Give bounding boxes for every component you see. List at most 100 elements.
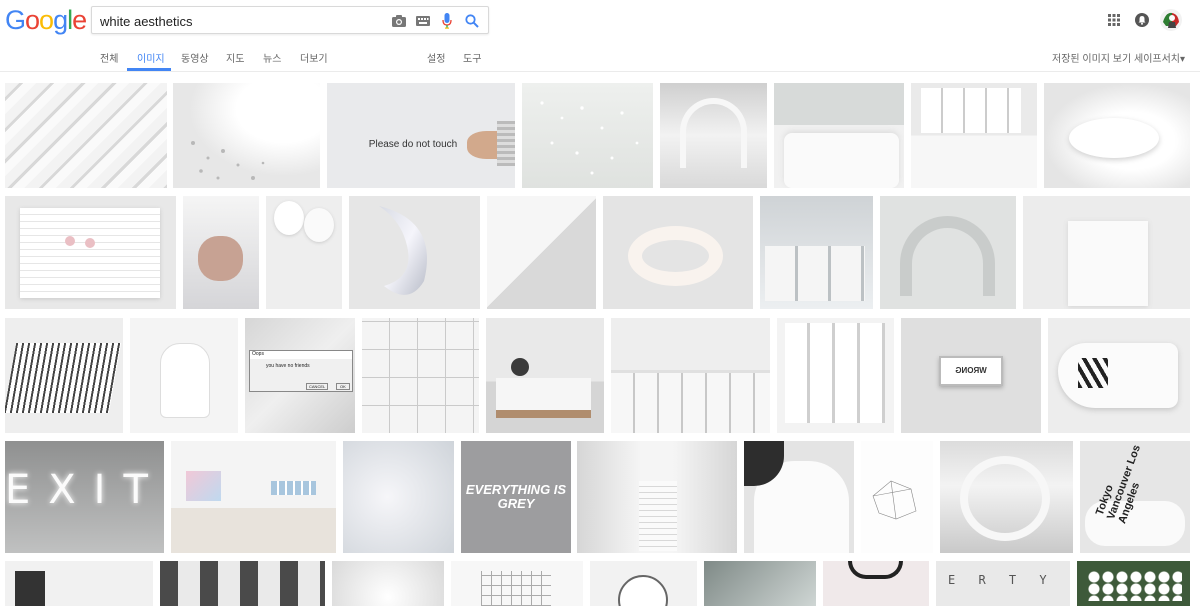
avatar[interactable] xyxy=(1160,9,1182,31)
image-result[interactable] xyxy=(5,318,123,433)
image-result[interactable] xyxy=(183,196,259,309)
keys-text: E R T Y xyxy=(948,573,1055,587)
image-result[interactable] xyxy=(362,318,479,433)
image-result[interactable] xyxy=(777,318,894,433)
mic-icon[interactable] xyxy=(438,12,456,30)
clock-shape xyxy=(618,575,668,606)
image-result[interactable] xyxy=(940,441,1073,553)
snake-shape xyxy=(628,226,723,286)
safesearch-menu[interactable]: 세이프서치▾ xyxy=(1134,50,1185,65)
shirt-collar xyxy=(848,561,903,579)
image-result[interactable]: E R T Y xyxy=(936,561,1070,606)
fairy-lights xyxy=(540,101,639,175)
tab-news[interactable]: 뉴스 xyxy=(263,50,281,65)
active-tab-indicator xyxy=(127,68,171,71)
window-shape xyxy=(921,88,1021,133)
dialog-message: you have no friends xyxy=(266,363,310,369)
flower-shape xyxy=(65,236,75,246)
plant-shape xyxy=(511,358,529,376)
image-result[interactable] xyxy=(660,83,767,188)
tab-tools[interactable]: 도구 xyxy=(463,50,481,65)
image-result[interactable] xyxy=(1023,196,1190,309)
search-icon[interactable] xyxy=(463,12,481,30)
image-result[interactable] xyxy=(611,318,770,433)
cups-shape xyxy=(765,246,865,301)
image-result[interactable] xyxy=(487,196,596,309)
tab-images[interactable]: 이미지 xyxy=(137,50,165,65)
image-result[interactable] xyxy=(486,318,604,433)
image-result[interactable]: EXIT xyxy=(5,441,164,553)
image-result[interactable] xyxy=(1077,561,1190,606)
tab-maps[interactable]: 지도 xyxy=(226,50,244,65)
image-result[interactable] xyxy=(774,83,904,188)
image-results-grid: Please do not touch Oops you have no fri… xyxy=(0,82,1200,606)
search-tabs: 전체 이미지 동영상 지도 뉴스 더보기 설정 도구 xyxy=(0,44,1200,72)
cat-shape xyxy=(1069,118,1159,158)
painting-shape xyxy=(271,481,316,495)
search-box xyxy=(91,6,489,34)
shirt-shape xyxy=(1068,221,1148,306)
stripes-shape xyxy=(1078,358,1108,388)
notifications-icon[interactable] xyxy=(1133,11,1151,29)
keyboard-icon[interactable] xyxy=(414,12,432,30)
image-result[interactable] xyxy=(744,441,854,553)
dialog-ok: OK xyxy=(336,383,350,390)
tile-lines xyxy=(362,318,479,433)
wrong-text: WRONG xyxy=(955,366,987,375)
image-result[interactable] xyxy=(861,441,933,553)
image-result[interactable] xyxy=(760,196,873,309)
dialog-cancel: CANCEL xyxy=(306,383,329,390)
image-result[interactable] xyxy=(1048,318,1190,433)
image-result[interactable] xyxy=(1044,83,1190,188)
image-result[interactable] xyxy=(130,318,238,433)
hand-shape xyxy=(198,236,243,281)
image-result[interactable] xyxy=(5,83,167,188)
apps-grid-icon[interactable] xyxy=(1105,11,1123,29)
image-result[interactable] xyxy=(603,196,753,309)
flower-shape xyxy=(85,238,95,248)
image-result[interactable] xyxy=(577,441,737,553)
image-result[interactable] xyxy=(332,561,444,606)
notebook-shape xyxy=(20,208,160,298)
image-result[interactable]: Oops you have no friends CANCEL OK xyxy=(245,318,355,433)
book-shape xyxy=(15,571,45,606)
image-result[interactable] xyxy=(911,83,1037,188)
image-result[interactable] xyxy=(171,441,336,553)
stairs-shape xyxy=(639,481,677,551)
image-result[interactable] xyxy=(5,196,176,309)
wire-shape xyxy=(481,571,551,606)
buildings-shape xyxy=(611,373,770,433)
tulips-shape xyxy=(1087,571,1182,601)
balloon-shape xyxy=(304,208,334,242)
image-result[interactable]: Please do not touch xyxy=(327,83,515,188)
image-result[interactable] xyxy=(343,441,454,553)
sleeve-shape xyxy=(497,121,515,166)
balloon-shape xyxy=(274,201,304,235)
tab-more[interactable]: 더보기 xyxy=(300,50,328,65)
image-result[interactable] xyxy=(266,196,342,309)
bed-shape xyxy=(496,378,591,418)
tab-settings[interactable]: 설정 xyxy=(427,50,445,65)
image-result[interactable]: WRONG xyxy=(901,318,1041,433)
image-result[interactable] xyxy=(349,196,480,309)
image-result[interactable] xyxy=(704,561,816,606)
image-result[interactable]: EVERYTHING IS GREY xyxy=(461,441,571,553)
search-input[interactable] xyxy=(100,11,380,31)
image-result[interactable] xyxy=(451,561,583,606)
error-dialog: Oops you have no friends CANCEL OK xyxy=(249,350,353,392)
image-result[interactable] xyxy=(590,561,697,606)
camera-icon[interactable] xyxy=(390,12,408,30)
backpack-shape xyxy=(160,343,210,418)
image-result[interactable]: Tokyo Vancouver Los Angeles xyxy=(1080,441,1190,553)
image-result[interactable] xyxy=(880,196,1016,309)
image-result[interactable] xyxy=(160,561,325,606)
image-result[interactable] xyxy=(173,83,320,188)
image-result[interactable] xyxy=(823,561,929,606)
google-logo[interactable]: Google xyxy=(5,5,87,36)
saved-images-link[interactable]: 저장된 이미지 보기 xyxy=(1052,50,1131,65)
tab-videos[interactable]: 동영상 xyxy=(181,50,209,65)
tab-all[interactable]: 전체 xyxy=(100,50,118,65)
windows-shape xyxy=(785,323,885,423)
image-result[interactable] xyxy=(5,561,153,606)
image-result[interactable] xyxy=(522,83,653,188)
